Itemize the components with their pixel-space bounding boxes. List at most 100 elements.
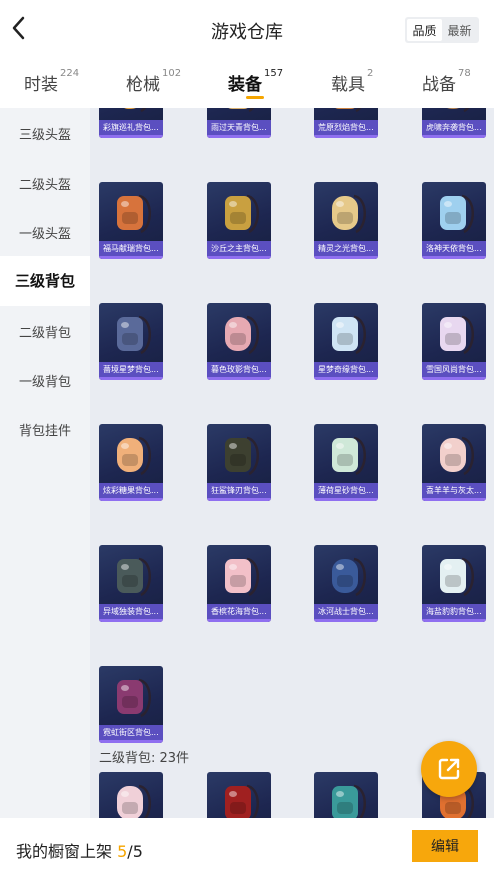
rarity-bar [99, 619, 163, 622]
backpack-image [225, 436, 259, 476]
backpack-image [440, 315, 474, 355]
item-name: 异域独装背包... [99, 604, 163, 619]
item-name: 炫彩糖果背包... [99, 483, 163, 498]
backpack-item-card[interactable]: 薄荷星砂背包... [314, 424, 378, 501]
backpack-item-card[interactable]: 雨过天青背包... [207, 108, 271, 138]
backpack-item-card[interactable]: 海盐豹豹背包... [422, 545, 486, 622]
rarity-bar [422, 377, 486, 380]
share-external-icon [438, 758, 460, 780]
item-name: 精灵之光背包... [314, 241, 378, 256]
backpack-image [117, 194, 151, 234]
rarity-bar [314, 498, 378, 501]
item-name: 洛神天依背包... [422, 241, 486, 256]
backpack-image [440, 557, 474, 597]
backpack-image [117, 784, 151, 818]
item-name: 薔境星梦背包... [99, 362, 163, 377]
backpack-item-card[interactable] [314, 772, 378, 818]
showcase-status: 我的橱窗上架 5/5 [16, 842, 143, 861]
section-header-level2-backpack: 二级背包: 23件 [99, 751, 190, 766]
tab-equipment[interactable]: 装备157 [228, 68, 283, 95]
rarity-bar [99, 740, 163, 743]
sidebar-item-level1-backpack[interactable]: 一级背包 [0, 371, 90, 390]
rarity-bar [422, 135, 486, 138]
share-button[interactable] [421, 741, 477, 797]
showcase-current-count: 5 [117, 842, 128, 861]
backpack-image [440, 436, 474, 476]
rarity-bar [314, 256, 378, 259]
backpack-item-card[interactable]: 炫彩糖果背包... [99, 424, 163, 501]
backpack-image [440, 194, 474, 234]
backpack-item-card[interactable]: 狂鲨锋刃背包... [207, 424, 271, 501]
backpack-item-card[interactable]: 喜羊羊与灰太... [422, 424, 486, 501]
item-name: 薄荷星砂背包... [314, 483, 378, 498]
backpack-image [225, 784, 259, 818]
backpack-image [117, 557, 151, 597]
backpack-image [225, 315, 259, 355]
backpack-image [225, 194, 259, 234]
backpack-image [117, 315, 151, 355]
backpack-item-card[interactable]: 星梦奇缘背包... [314, 303, 378, 380]
backpack-item-card[interactable]: 雪国风尚背包... [422, 303, 486, 380]
backpack-image [332, 557, 366, 597]
item-name: 冰河战士背包... [314, 604, 378, 619]
backpack-item-card[interactable]: 异域独装背包... [99, 545, 163, 622]
backpack-item-card[interactable]: 虎啸奔袭背包... [422, 108, 486, 138]
edit-button[interactable]: 编辑 [412, 830, 478, 862]
item-name: 虎啸奔袭背包... [422, 120, 486, 135]
item-grid: 彩旗巡礼背包... 雨过天青背包... 荒原烈焰背包... 虎啸奔袭背包... 福马献瑞… [90, 108, 494, 818]
tab-vehicles[interactable]: 载具2 [331, 68, 373, 95]
backpack-image [332, 315, 366, 355]
sidebar-item-backpack-charm[interactable]: 背包挂件 [0, 420, 90, 439]
sidebar-item-level2-backpack[interactable]: 二级背包 [0, 322, 90, 341]
tab-combat-supplies[interactable]: 战备78 [422, 68, 471, 95]
sort-by-quality[interactable]: 品质 [407, 19, 442, 41]
backpack-item-card[interactable]: 香槟花海背包... [207, 545, 271, 622]
backpack-image [332, 784, 366, 818]
item-name: 荒原烈焰背包... [314, 120, 378, 135]
sidebar-item-level1-helmet[interactable]: 一级头盔 [0, 223, 90, 242]
backpack-item-card[interactable]: 薔境星梦背包... [99, 303, 163, 380]
item-name: 霓虹街区背包... [99, 725, 163, 740]
tab-fashion[interactable]: 时装224 [24, 68, 79, 95]
backpack-item-card[interactable]: 彩旗巡礼背包... [99, 108, 163, 138]
sort-toggle: 品质 最新 [405, 17, 479, 43]
rarity-bar [207, 135, 271, 138]
sidebar-item-level2-helmet[interactable]: 二级头盔 [0, 174, 90, 193]
backpack-item-card[interactable]: 洛神天依背包... [422, 182, 486, 259]
rarity-bar [207, 377, 271, 380]
rarity-bar [207, 619, 271, 622]
rarity-bar [207, 498, 271, 501]
sidebar-item-level3-backpack[interactable]: 三级背包 [0, 256, 90, 306]
item-name: 狂鲨锋刃背包... [207, 483, 271, 498]
backpack-item-card[interactable]: 精灵之光背包... [314, 182, 378, 259]
rarity-bar [207, 256, 271, 259]
backpack-item-card[interactable]: 冰河战士背包... [314, 545, 378, 622]
backpack-image [117, 436, 151, 476]
item-name: 沙丘之主背包... [207, 241, 271, 256]
rarity-bar [99, 256, 163, 259]
item-name: 暮色玫影背包... [207, 362, 271, 377]
item-name: 雨过天青背包... [207, 120, 271, 135]
showcase-total-count: /5 [127, 842, 143, 861]
backpack-item-card[interactable]: 霓虹街区背包... [99, 666, 163, 743]
backpack-item-card[interactable]: 福马献瑞背包... [99, 182, 163, 259]
backpack-image [332, 194, 366, 234]
backpack-item-card[interactable] [99, 772, 163, 818]
top-bar: 游戏仓库 品质 最新 [0, 0, 494, 58]
tab-firearms[interactable]: 枪械102 [126, 68, 181, 95]
backpack-item-card[interactable] [207, 772, 271, 818]
backpack-item-card[interactable]: 荒原烈焰背包... [314, 108, 378, 138]
item-name: 香槟花海背包... [207, 604, 271, 619]
rarity-bar [99, 135, 163, 138]
backpack-image [332, 436, 366, 476]
active-tab-indicator [246, 96, 264, 99]
sidebar-item-level3-helmet[interactable]: 三级头盔 [0, 124, 90, 143]
sort-by-newest[interactable]: 最新 [442, 19, 477, 41]
category-tabs: 时装224 枪械102 装备157 载具2 战备78 [0, 58, 494, 108]
backpack-image [117, 678, 151, 718]
rarity-bar [314, 619, 378, 622]
item-name: 海盐豹豹背包... [422, 604, 486, 619]
backpack-item-card[interactable]: 沙丘之主背包... [207, 182, 271, 259]
backpack-item-card[interactable]: 暮色玫影背包... [207, 303, 271, 380]
item-name: 喜羊羊与灰太... [422, 483, 486, 498]
